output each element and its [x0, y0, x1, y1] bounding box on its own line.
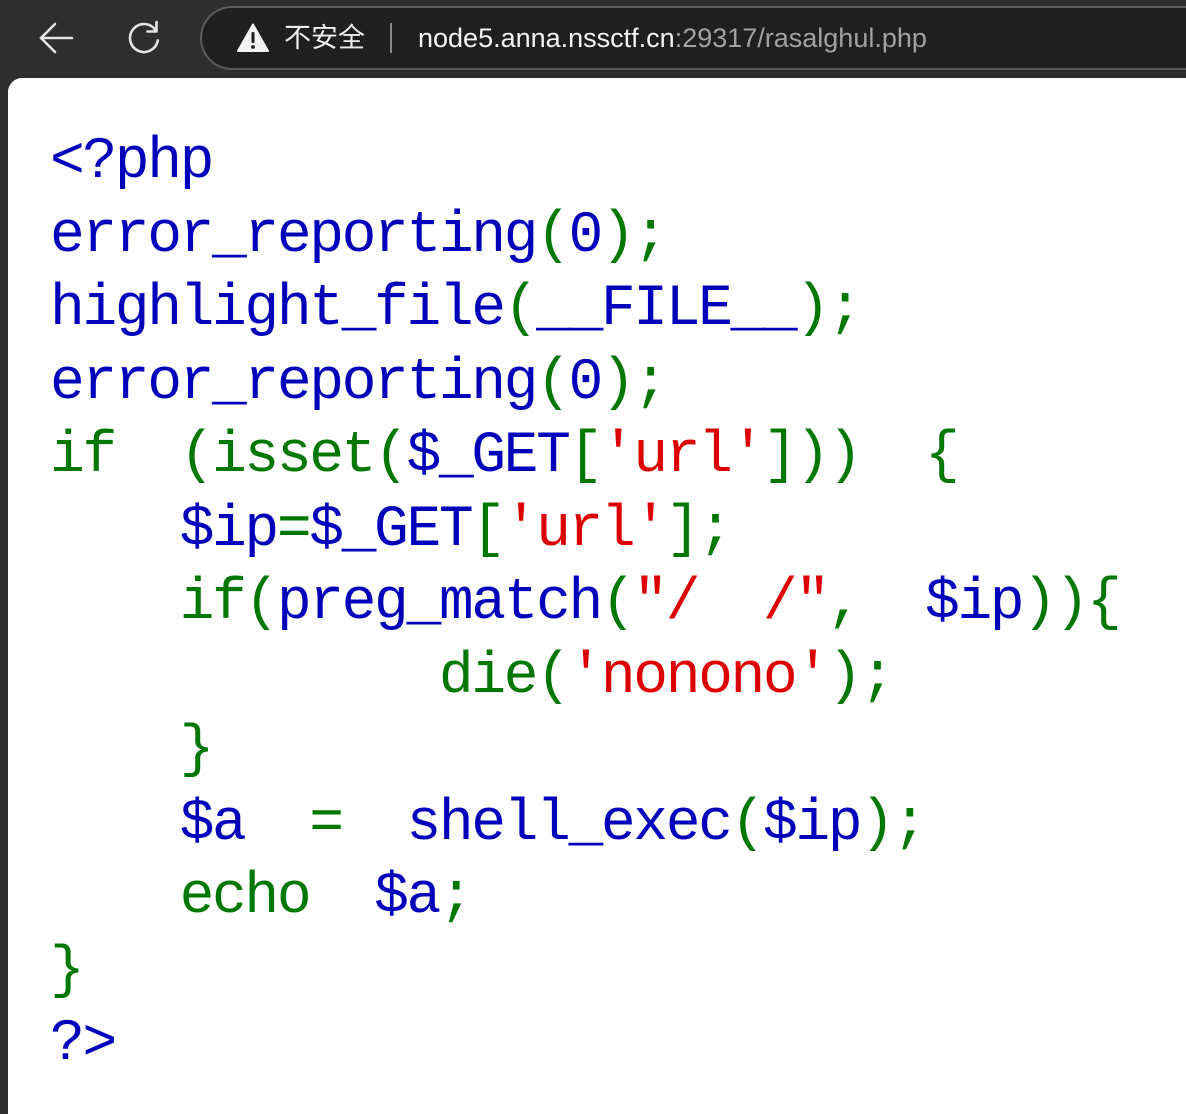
code-line: error_reporting(0); [50, 200, 1119, 274]
code-line: } [50, 714, 1119, 788]
code-keyword: ); [600, 203, 668, 269]
code-keyword: ); [827, 644, 895, 710]
url-port-path: :29317/rasalghul.php [674, 23, 927, 53]
code-string: 'url' [503, 497, 668, 563]
code-keyword: ]; [665, 497, 733, 563]
code-keyword: } [50, 938, 85, 1004]
code-keyword: ( [600, 571, 636, 636]
code-keyword: echo [50, 865, 375, 930]
code-identifier: __FILE__ [536, 277, 798, 342]
site-info-chip[interactable]: 不安全 [232, 8, 380, 68]
code-keyword: = [244, 791, 407, 857]
security-status-label: 不安全 [284, 23, 365, 53]
code-line: $a = shell_exec($ip); [50, 788, 1119, 862]
url-text[interactable]: node5.anna.nssctf.cn:29317/rasalghul.php [418, 8, 927, 68]
code-keyword: ( [536, 203, 571, 269]
code-identifier: ?> [50, 1012, 117, 1077]
code-identifier: error_reporting [50, 350, 538, 416]
warning-icon [237, 23, 269, 52]
code-identifier: 0 [568, 203, 604, 269]
code-line: if(preg_match("/ /", $ip)){ [50, 567, 1122, 641]
code-keyword: ); [860, 791, 927, 857]
reload-icon [128, 20, 160, 54]
code-line: <?php [50, 126, 1119, 200]
code-keyword: die( [50, 644, 571, 710]
code-identifier: <?php [50, 130, 214, 195]
url-host: node5.anna.nssctf.cn [418, 23, 675, 53]
code-line: if (isset($_GET['url'])) { [50, 420, 1119, 494]
code-identifier: shell_exec [406, 791, 732, 857]
address-bar[interactable]: 不安全 node5.anna.nssctf.cn:29317/rasalghul… [200, 6, 1186, 70]
code-line: echo $a; [50, 861, 1119, 935]
code-line: $ip=$_GET['url']; [50, 494, 1119, 568]
code-identifier: $ip [924, 571, 1025, 636]
code-string: 'url' [600, 424, 765, 489]
code-keyword: ( [730, 791, 766, 857]
code-identifier: $_GET [309, 497, 473, 563]
code-keyword: if (isset( [50, 424, 409, 489]
code-keyword: ( [503, 277, 539, 342]
code-keyword: ; [438, 865, 474, 930]
code-line: } [50, 935, 1119, 1009]
php-source-code: <?php error_reporting(0); highlight_file(_… [50, 126, 1122, 1082]
code-identifier: 0 [568, 350, 604, 416]
back-button[interactable] [24, 10, 80, 66]
omnibox-divider [390, 23, 392, 53]
code-keyword: [ [568, 424, 604, 489]
reload-button[interactable] [116, 10, 172, 66]
code-identifier: $_GET [406, 424, 570, 489]
code-identifier: error_reporting [50, 203, 538, 269]
code-keyword: = [276, 497, 312, 563]
code-identifier: $a [50, 791, 247, 857]
code-identifier: $a [374, 865, 441, 930]
code-identifier: $ip [50, 497, 280, 563]
page-viewport: <?php error_reporting(0); highlight_file(_… [8, 78, 1186, 1114]
code-keyword: , [827, 571, 925, 636]
code-string: "/ /" [633, 571, 830, 636]
code-keyword: [ [471, 497, 506, 563]
browser-toolbar: 不安全 node5.anna.nssctf.cn:29317/rasalghul… [0, 0, 1186, 78]
code-keyword: ); [795, 277, 862, 342]
code-keyword: } [50, 718, 215, 783]
code-line: ?> [50, 1008, 1119, 1082]
code-keyword: ])) { [762, 424, 960, 489]
code-line: error_reporting(0); [50, 347, 1119, 421]
code-identifier: $ip [762, 791, 863, 857]
code-keyword: ); [600, 350, 668, 416]
code-line: die('nonono'); [50, 641, 1119, 715]
code-keyword: )){ [1022, 571, 1122, 636]
code-keyword: if( [50, 571, 280, 636]
code-string: 'nonono' [568, 644, 831, 710]
code-keyword: ( [536, 350, 571, 416]
code-identifier: highlight_file [50, 277, 506, 342]
code-identifier: preg_match [276, 571, 603, 636]
code-line: highlight_file(__FILE__); [50, 273, 1119, 347]
back-arrow-icon [39, 22, 74, 54]
